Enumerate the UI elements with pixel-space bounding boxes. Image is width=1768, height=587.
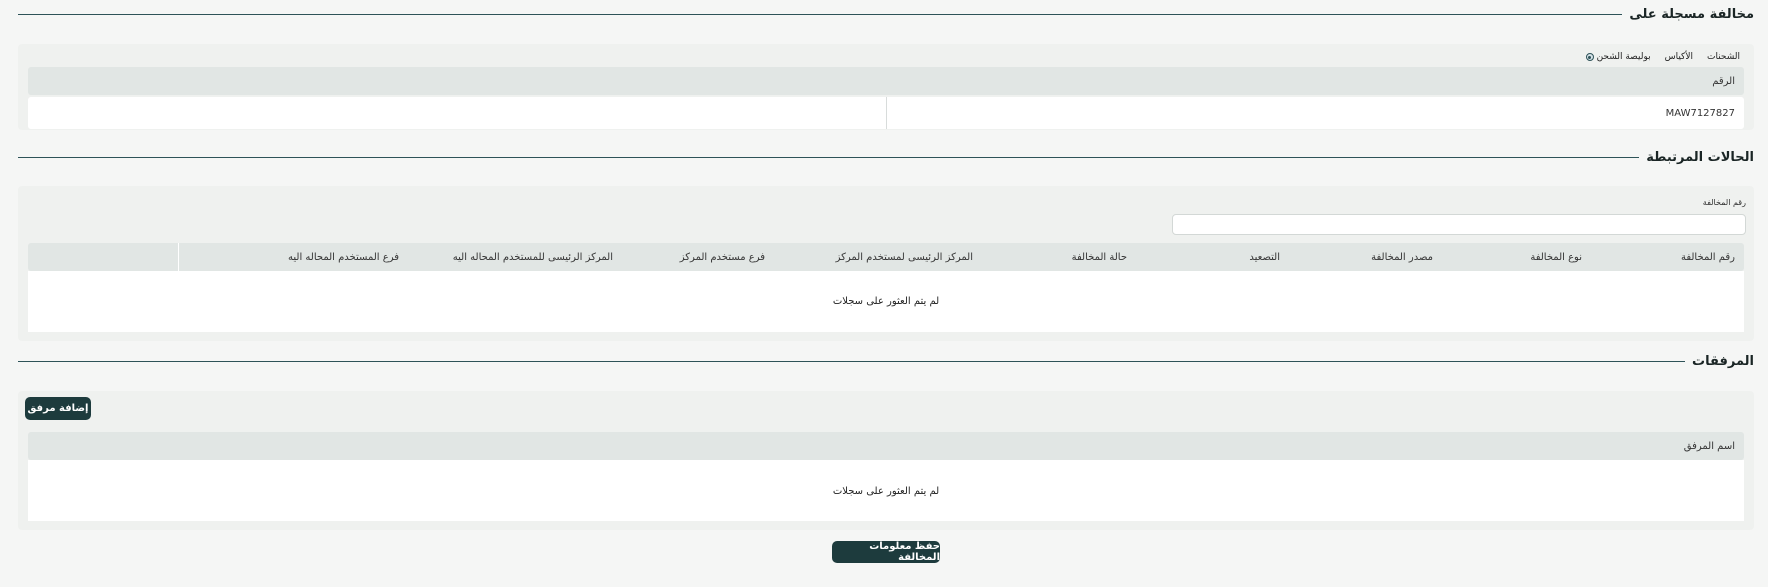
tab-bags-label: الأكياس [1664, 52, 1693, 62]
related-cases-panel: رقم المخالفة رقم المخالفة نوع المخالفة م… [18, 186, 1754, 341]
tab-airway-bill-label: بوليصة الشحن [1596, 52, 1651, 62]
save-violation-button[interactable]: حفظ معلومات المخالفة [832, 541, 940, 563]
tab-shipments-label: الشحنات [1706, 52, 1740, 62]
column-assignee-main-center: المركز الرئيسى للمستخدم المحاله اليه [452, 252, 613, 263]
column-number: الرقم [1712, 76, 1735, 87]
section-divider [18, 360, 1686, 362]
related-cases-header: الحالات المرتبطة [18, 147, 1754, 167]
column-escalation: التصعيد [1249, 252, 1280, 263]
tab-airway-bill[interactable]: بوليصة الشحن [1585, 52, 1651, 62]
section-divider [18, 13, 1623, 15]
add-attachment-button[interactable]: إضافة مرفق [25, 397, 91, 420]
attachments-header: المرفقات [18, 351, 1754, 371]
column-violation-source: مصدر المخالفة [1371, 252, 1433, 263]
column-divider [886, 97, 887, 129]
violation-number-filter-input[interactable] [1172, 214, 1746, 235]
section-divider [18, 156, 1640, 158]
no-records-message: لم يتم العثور على سجلات [832, 486, 940, 497]
attachments-table-body: لم يتم العثور على سجلات [28, 460, 1744, 521]
filter-label: رقم المخالفة [1702, 198, 1746, 207]
table-row[interactable]: MAW7127827 [28, 97, 1744, 129]
entity-type-tabs: الشحنات الأكياس بوليصة الشحن [1585, 52, 1740, 62]
tab-shipments[interactable]: الشحنات [1707, 52, 1740, 62]
violation-on-panel: الشحنات الأكياس بوليصة الشحن الرقم MAW71… [18, 44, 1754, 130]
violation-on-title: مخالفة مسجلة على [1629, 6, 1754, 22]
column-center-user-branch: فرع مستخدم المركز [679, 252, 765, 263]
column-attachment-name: اسم المرفق [1683, 441, 1735, 452]
column-violation-status: حالة المخالفة [1071, 252, 1127, 263]
column-center-user-main-center: المركز الرئيسى لمستخدم المركز [835, 252, 973, 263]
related-cases-table-header: رقم المخالفة نوع المخالفة مصدر المخالفة … [28, 243, 1744, 271]
radio-selected-icon[interactable] [1585, 53, 1594, 61]
column-divider [178, 243, 179, 271]
no-records-message: لم يتم العثور على سجلات [832, 296, 940, 307]
violation-on-table-header: الرقم [28, 67, 1744, 95]
airway-bill-number: MAW7127827 [1665, 108, 1735, 119]
tab-bags[interactable]: الأكياس [1665, 52, 1693, 62]
column-violation-number: رقم المخالفة [1680, 252, 1735, 263]
column-violation-type: نوع المخالفة [1530, 252, 1582, 263]
related-cases-title: الحالات المرتبطة [1646, 149, 1754, 165]
attachments-title: المرفقات [1692, 353, 1754, 369]
related-cases-table-body: لم يتم العثور على سجلات [28, 271, 1744, 332]
column-assignee-branch: فرع المستخدم المحاله اليه [288, 252, 399, 263]
attachments-panel: إضافة مرفق اسم المرفق لم يتم العثور على … [18, 391, 1754, 530]
attachments-table-header: اسم المرفق [28, 432, 1744, 460]
violation-on-header: مخالفة مسجلة على [18, 4, 1754, 24]
